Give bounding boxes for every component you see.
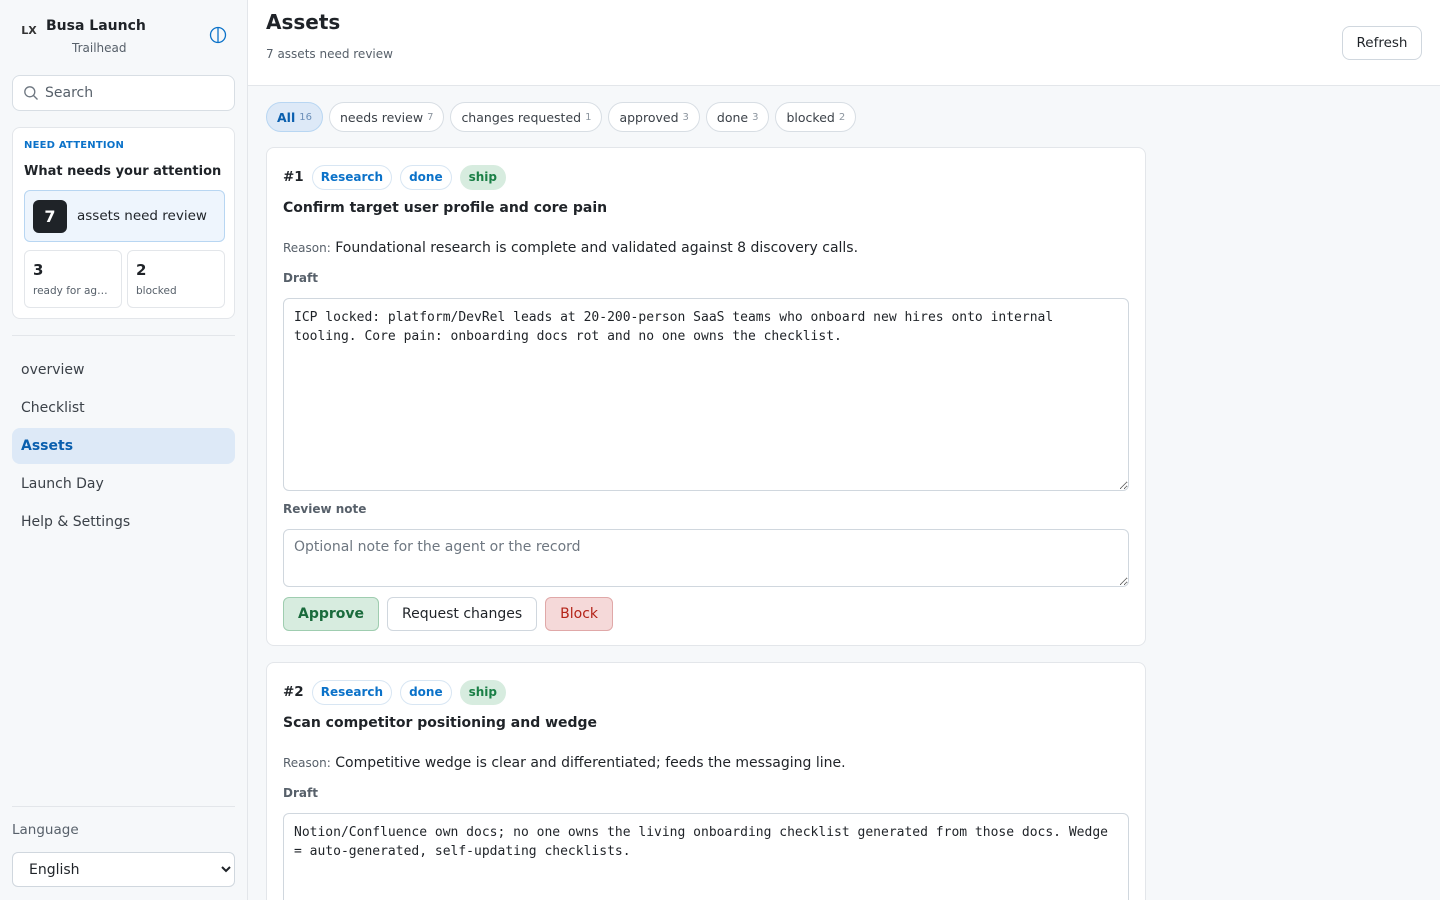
filter-changes-requested[interactable]: changes requested 1 [450,102,603,132]
status-tag: done [400,679,452,705]
assets-review-card[interactable]: 7 assets need review [24,190,225,242]
divider [12,335,235,336]
draft-textarea[interactable]: Notion/Confluence own docs; no one owns … [283,813,1129,900]
category-tag: Research [311,679,393,705]
search-box[interactable] [12,75,235,111]
block-button[interactable]: Block [545,597,614,631]
ready-label: ready for age... [33,285,113,297]
blocked-card[interactable]: 2 blocked [127,250,225,308]
brand-logo: LX [21,23,37,37]
sidebar-item-assets[interactable]: Assets [12,428,235,464]
asset-title: Confirm target user profile and core pai… [283,200,608,216]
brand-subtitle: Trailhead [72,41,127,55]
filter-all[interactable]: All 16 [266,102,323,132]
attention-panel: NEED ATTENTION What needs your attention… [12,127,235,319]
draft-label: Draft [283,271,318,285]
search-input[interactable] [45,82,225,104]
asset-reason: Reason: Competitive wedge is clear and d… [283,755,846,771]
ready-for-agent-card[interactable]: 3 ready for age... [24,250,122,308]
filter-blocked[interactable]: blocked 2 [775,102,857,132]
reason-label: Reason: [283,241,331,255]
asset-reason: Reason: Foundational research is complet… [283,240,858,256]
asset-title: Scan competitor positioning and wedge [283,715,598,731]
sidebar-item-help-settings[interactable]: Help & Settings [12,504,235,540]
filter-count: 3 [752,111,759,123]
status-tag: done [400,164,452,190]
blocked-label: blocked [136,285,177,297]
card-actions: Approve Request changes Block [283,597,614,631]
asset-number: #1 [283,169,304,185]
refresh-button[interactable]: Refresh [1342,26,1422,60]
filter-label: approved [619,109,679,125]
filter-count: 3 [682,111,689,123]
filter-label: blocked [786,109,835,125]
blocked-count: 2 [136,261,147,279]
filter-approved[interactable]: approved 3 [608,102,700,132]
asset-card: #2 Research done ship Scan competitor po… [266,662,1146,900]
page-header: Assets 7 assets need review Refresh [248,0,1440,86]
reason-text: Foundational research is complete and va… [335,240,859,256]
filter-count: 7 [427,111,434,123]
reason-text: Competitive wedge is clear and different… [335,755,846,771]
draft-textarea[interactable]: ICP locked: platform/DevRel leads at 20-… [283,298,1129,491]
filter-done[interactable]: done 3 [705,102,770,132]
divider [12,806,235,807]
approve-button[interactable]: Approve [283,597,380,631]
sidebar-item-checklist[interactable]: Checklist [12,390,235,426]
page-title: Assets [266,10,341,34]
filter-count: 16 [299,111,312,123]
review-count-badge: 7 [33,200,67,233]
sidebar-nav: overview Checklist Assets Launch Day Hel… [12,352,235,542]
sidebar-item-overview[interactable]: overview [12,352,235,388]
attention-eyebrow: NEED ATTENTION [24,140,125,151]
review-note-input[interactable] [283,529,1129,587]
asset-number: #2 [283,684,304,700]
ready-count: 3 [33,261,44,279]
decision-tag: ship [459,164,506,190]
review-label: assets need review [77,208,207,224]
filter-label: done [716,109,749,125]
category-tag: Research [311,164,393,190]
status-filters: All 16 needs review 7 changes requested 1 a… [266,102,857,132]
card-header: #2 Research done ship [283,679,506,705]
brand-name: Busa Launch [46,18,146,34]
request-changes-button[interactable]: Request changes [387,597,538,631]
sidebar-item-launch-day[interactable]: Launch Day [12,466,235,502]
filter-label: needs review [339,109,424,125]
filter-needs-review[interactable]: needs review 7 [328,102,445,132]
filter-label: changes requested [461,109,582,125]
draft-label: Draft [283,786,318,800]
filter-count: 1 [585,111,592,123]
sidebar-toggle-icon[interactable] [209,26,227,44]
attention-title: What needs your attention [24,164,222,179]
brand: LX Busa Launch Trailhead [20,18,230,58]
language-select[interactable]: English [12,852,235,887]
filter-label: All [277,109,296,125]
search-icon [23,85,39,101]
asset-card: #1 Research done ship Confirm target use… [266,147,1146,646]
page-subtitle: 7 assets need review [266,47,393,61]
sidebar: LX Busa Launch Trailhead NEED ATTENTION … [0,0,248,900]
decision-tag: ship [459,679,506,705]
reason-label: Reason: [283,756,331,770]
review-note-label: Review note [283,502,367,516]
filter-count: 2 [838,111,846,123]
language-label: Language [12,822,79,838]
card-header: #1 Research done ship [283,164,506,190]
